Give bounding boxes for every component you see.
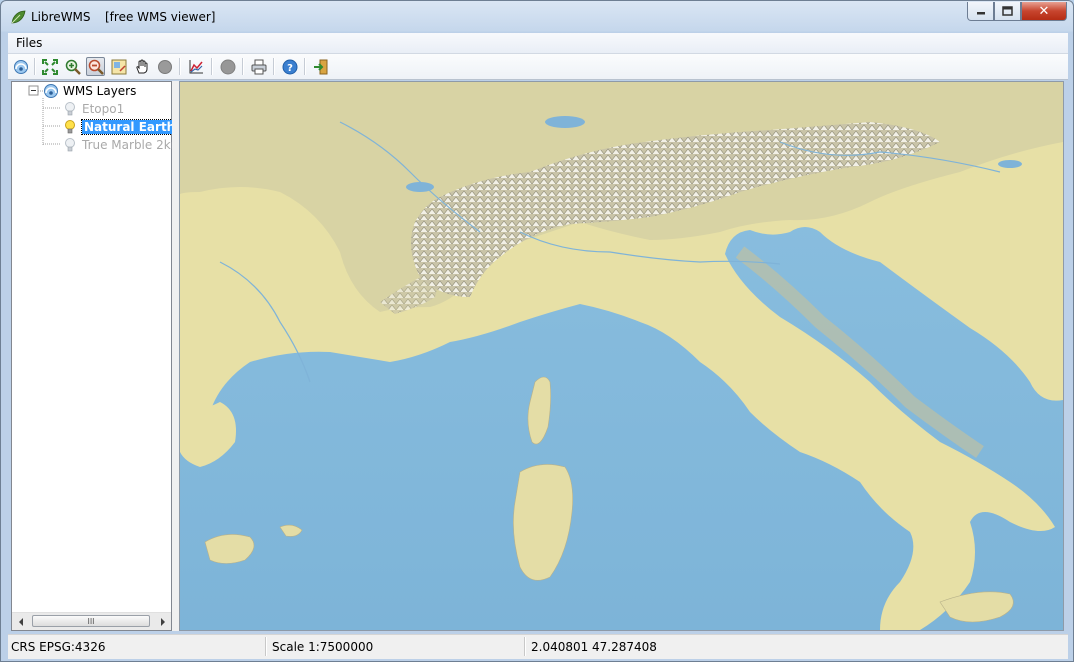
status-longitude: 2.040801 (531, 640, 589, 654)
tree-collapse-toggle[interactable] (28, 82, 38, 99)
zoom-out-icon (88, 59, 104, 75)
chevron-right-icon (160, 617, 165, 626)
panel-splitter[interactable] (172, 81, 179, 631)
record-icon (220, 59, 235, 74)
wms-connect-button[interactable] (11, 57, 30, 76)
tree-layer-label: Natural Earth I (81, 118, 187, 135)
record-button[interactable] (218, 57, 237, 76)
tree-horizontal-scrollbar[interactable]: III (12, 612, 171, 630)
wms-connect-icon (13, 59, 28, 74)
status-scale: Scale 1:7500000 (272, 640, 374, 654)
menu-bar: Files (8, 33, 1068, 54)
help-button[interactable]: ? (280, 57, 299, 76)
layer-tree-panel: WMS Layers Etopo1 Natural Earth I True M… (11, 81, 187, 631)
status-latitude: 47.287408 (592, 640, 657, 654)
chevron-left-icon (18, 617, 23, 626)
tree-root-item[interactable]: WMS Layers (43, 82, 136, 99)
map-image (180, 82, 1063, 630)
window-title: LibreWMS (31, 10, 91, 24)
svg-text:?: ? (287, 63, 293, 74)
status-bar: CRS EPSG:4326 Scale 1:7500000 2.040801 4… (8, 634, 1068, 659)
exit-button[interactable] (311, 57, 330, 76)
minimize-button[interactable] (967, 2, 994, 21)
scroll-right-button[interactable] (155, 614, 170, 629)
tree-layer-item[interactable]: Etopo1 (62, 100, 124, 117)
maximize-icon (1002, 6, 1013, 16)
layer-chart-button[interactable] (186, 57, 205, 76)
zoom-layer-button[interactable] (109, 57, 128, 76)
print-button[interactable] (249, 57, 268, 76)
close-button[interactable]: ✕ (1021, 2, 1067, 21)
print-icon (251, 59, 266, 74)
status-crs: CRS EPSG:4326 (11, 640, 106, 654)
zoom-layer-icon (111, 59, 126, 74)
minimize-icon (976, 12, 985, 15)
window-subtitle: [free WMS viewer] (105, 10, 216, 24)
stop-button[interactable] (155, 57, 174, 76)
tree-layer-item[interactable]: True Marble 2km (62, 136, 182, 153)
wms-server-icon (43, 83, 59, 99)
zoom-full-extent-icon (41, 58, 58, 75)
lightbulb-off-icon (62, 101, 78, 117)
zoom-in-button[interactable] (63, 57, 82, 76)
close-icon: ✕ (1038, 3, 1050, 19)
zoom-in-icon (65, 59, 81, 75)
tree-root-label: WMS Layers (63, 83, 137, 98)
map-canvas[interactable] (179, 81, 1064, 631)
app-window: LibreWMS [free WMS viewer] ✕ Files ? WMS… (0, 0, 1074, 662)
exit-icon (313, 59, 327, 74)
scroll-thumb[interactable]: III (32, 615, 150, 627)
zoom-out-button[interactable] (86, 57, 105, 76)
scroll-left-button[interactable] (13, 614, 28, 629)
title-bar[interactable]: LibreWMS [free WMS viewer] ✕ (1, 1, 1073, 31)
pan-hand-icon (135, 58, 147, 73)
lightbulb-off-icon (62, 137, 78, 153)
toolbar: ? (8, 54, 1068, 80)
tree-layer-item-selected[interactable]: Natural Earth I (62, 118, 187, 135)
scroll-thumb-grip: III (87, 617, 95, 626)
pan-button[interactable] (132, 57, 151, 76)
maximize-button[interactable] (994, 2, 1021, 21)
layer-chart-icon (189, 59, 203, 73)
tree-layer-label: True Marble 2km (82, 137, 183, 152)
lightbulb-on-icon (62, 119, 78, 135)
leaf-app-icon (10, 9, 26, 25)
help-icon: ? (282, 59, 297, 74)
zoom-full-extent-button[interactable] (40, 57, 59, 76)
tree-layer-label: Etopo1 (82, 101, 125, 116)
menu-files[interactable]: Files (16, 36, 42, 50)
stop-icon (157, 59, 172, 74)
